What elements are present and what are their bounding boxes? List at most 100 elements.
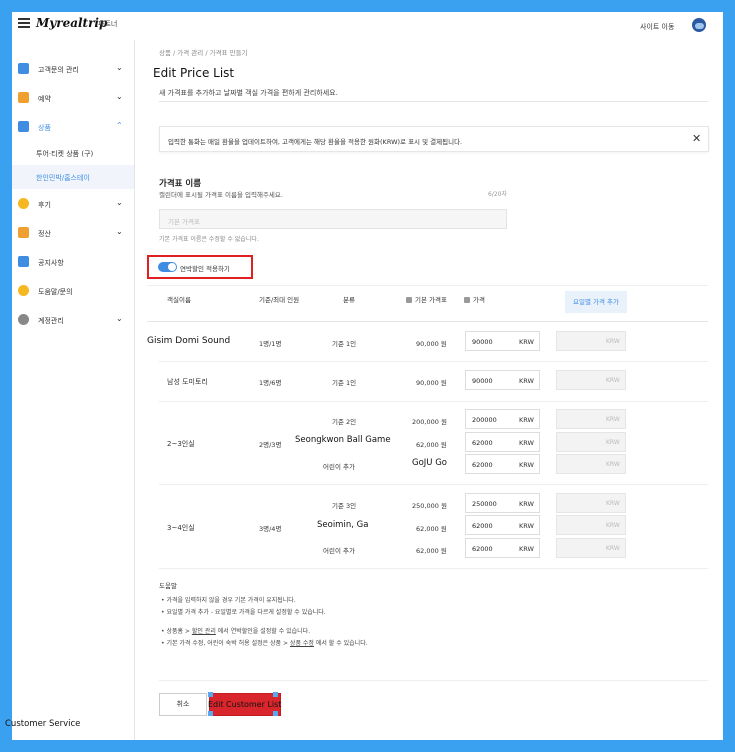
help-line: • 기본 가격 수정, 어린이 숙박 허용 설정은 상품 > 상품 수정 에서 … xyxy=(161,640,368,647)
site-move-link[interactable]: 사이트 이동 xyxy=(640,22,674,32)
day-price-input: KRW xyxy=(556,409,626,429)
gear-icon xyxy=(18,314,29,325)
divider xyxy=(159,568,708,569)
base-price: 62,000 원 xyxy=(416,525,447,533)
price-list-name-input[interactable]: 기본 가격표 xyxy=(159,209,507,229)
close-icon[interactable]: ✕ xyxy=(692,132,701,145)
sidebar-item-notices[interactable]: 공지사항 xyxy=(12,252,134,272)
divider xyxy=(159,484,708,485)
price-input[interactable]: 62000 KRW xyxy=(465,454,540,474)
divider xyxy=(159,101,708,102)
sidebar-subitem-label: 한인민박/홈스테이 xyxy=(36,174,90,182)
chevron-up-icon: ⌃ xyxy=(116,121,123,130)
divider xyxy=(159,401,708,402)
category: 기준 1인 xyxy=(332,379,357,387)
save-button[interactable]: Edit Customer List xyxy=(208,692,282,716)
overlay-label: Seoimin, Ga xyxy=(317,520,369,530)
day-price-input: KRW xyxy=(556,454,626,474)
sidebar-item-label: 고객문의 관리 xyxy=(38,66,79,74)
chevron-down-icon: ⌄ xyxy=(116,63,123,72)
day-price-input: KRW xyxy=(556,432,626,452)
sidebar-item-label: 후기 xyxy=(38,201,51,209)
room-name: 남성 도미토리 xyxy=(167,378,208,386)
resize-handle[interactable] xyxy=(273,711,278,716)
menu-icon[interactable] xyxy=(18,18,30,28)
save-button-label: Edit Customer List xyxy=(208,700,282,709)
edit-product-link[interactable]: 상품 수정 xyxy=(290,640,314,647)
chat-icon xyxy=(18,63,29,74)
sidebar-item-label: 정산 xyxy=(38,230,51,238)
sidebar-item-label: 계정관리 xyxy=(38,317,64,325)
capacity: 1명/6명 xyxy=(259,379,282,387)
page-subtitle: 새 가격표를 추가하고 날짜별 객실 가격을 편하게 관리하세요. xyxy=(159,89,338,97)
question-icon xyxy=(18,285,29,296)
sidebar-subitem-label: 투어·티켓 상품 (구) xyxy=(36,150,94,158)
capacity: 1명/1명 xyxy=(259,340,282,348)
resize-handle[interactable] xyxy=(208,711,213,716)
resize-handle[interactable] xyxy=(208,692,213,697)
sidebar-item-label: 예약 xyxy=(38,95,51,103)
toggle-label: 연박할인 적용하기 xyxy=(180,265,230,273)
sidebar-subitem-homestay[interactable]: 한인민박/홈스테이 xyxy=(12,165,134,189)
base-price: 200,000 원 xyxy=(412,418,447,426)
help-line: • 상품홈 > 할인 관리 에서 연박할인을 설정할 수 있습니다. xyxy=(161,628,311,635)
price-input[interactable]: 62000 KRW xyxy=(465,538,540,558)
price-input[interactable]: 62000 KRW xyxy=(465,432,540,452)
price-input[interactable]: 200000 KRW xyxy=(465,409,540,429)
notice-text: 입력한 통화는 매일 환율을 업데이트하여, 고객에게는 해당 환율을 적용한 … xyxy=(168,138,463,146)
sidebar-item-products[interactable]: 상품 ⌃ xyxy=(12,117,134,137)
sidebar-item-inquiries[interactable]: 고객문의 관리 ⌄ xyxy=(12,59,134,79)
overlay-label: GoJU Go xyxy=(412,458,448,468)
col-header-room: 객실이름 xyxy=(167,296,191,304)
day-price-input: KRW xyxy=(556,515,626,535)
category: 기준 3인 xyxy=(332,502,357,510)
sidebar-item-account[interactable]: 계정관리 ⌄ xyxy=(12,310,134,330)
grid-icon xyxy=(18,121,29,132)
help-line: • 요일별 가격 추가 - 요일별로 가격을 다르게 설정할 수 있습니다. xyxy=(161,609,326,616)
price-input[interactable]: 62000 KRW xyxy=(465,515,540,535)
category: 기준 2인 xyxy=(332,418,357,426)
top-bar: Myrealtrip 파트너 사이트 이동 xyxy=(12,12,723,40)
sidebar-item-reservations[interactable]: 예약 ⌄ xyxy=(12,88,134,108)
day-price-input: KRW xyxy=(556,370,626,390)
price-list-name-title: 가격표 이름 xyxy=(159,179,202,189)
logo[interactable]: Myrealtrip xyxy=(36,16,107,30)
multi-night-discount-toggle[interactable] xyxy=(158,262,177,272)
chevron-down-icon: ⌄ xyxy=(116,227,123,236)
app-window: Myrealtrip 파트너 사이트 이동 고객문의 관리 ⌄ 예약 ⌄ 상품 … xyxy=(12,12,723,740)
base-price: 62,000 원 xyxy=(416,441,447,449)
cancel-button[interactable]: 취소 xyxy=(159,693,207,716)
sidebar-item-help[interactable]: 도움말/문의 xyxy=(12,281,134,301)
base-price: 250,000 원 xyxy=(412,502,447,510)
day-price-input: KRW xyxy=(556,493,626,513)
sidebar-item-settlement[interactable]: 정산 ⌄ xyxy=(12,223,134,243)
resize-handle[interactable] xyxy=(273,692,278,697)
divider xyxy=(147,321,708,322)
chevron-down-icon: ⌄ xyxy=(116,314,123,323)
category: 어린이 추가 xyxy=(323,463,355,471)
name-hint: 기본 가격표 이름은 수정할 수 없습니다. xyxy=(159,236,259,243)
category: 어린이 추가 xyxy=(323,547,355,555)
notice-banner: 입력한 통화는 매일 환율을 업데이트하여, 고객에게는 해당 환율을 적용한 … xyxy=(159,126,709,152)
price-input[interactable]: 250000 KRW xyxy=(465,493,540,513)
page-title: Edit Price List xyxy=(153,66,235,80)
help-title: 도움말 xyxy=(159,582,177,590)
room-name: 3~4인실 xyxy=(167,524,195,532)
discount-settings-link[interactable]: 할인 관리 xyxy=(192,628,216,635)
price-input[interactable]: 90000 KRW xyxy=(465,331,540,351)
divider xyxy=(159,361,708,362)
col-header-price: 가격 xyxy=(464,294,485,304)
checkbox-icon[interactable] xyxy=(464,297,470,303)
sidebar-subitem-tour-ticket[interactable]: 투어·티켓 상품 (구) xyxy=(12,141,134,165)
star-icon xyxy=(18,198,29,209)
sidebar-item-reviews[interactable]: 후기 ⌄ xyxy=(12,194,134,214)
price-input[interactable]: 90000 KRW xyxy=(465,370,540,390)
help-line: • 가격을 입력하지 않을 경우 기본 가격이 유지됩니다. xyxy=(161,597,296,604)
profile-avatar-icon[interactable] xyxy=(692,18,706,32)
checkbox-icon[interactable] xyxy=(406,297,412,303)
col-header-category: 분류 xyxy=(343,296,355,304)
add-day-price-button[interactable]: 요일별 가격 추가 xyxy=(565,291,627,313)
col-header-base-price: 기본 가격표 xyxy=(406,294,447,304)
overlay-label: Seongkwon Ball Game xyxy=(295,435,391,445)
dashboard-icon xyxy=(18,227,29,238)
